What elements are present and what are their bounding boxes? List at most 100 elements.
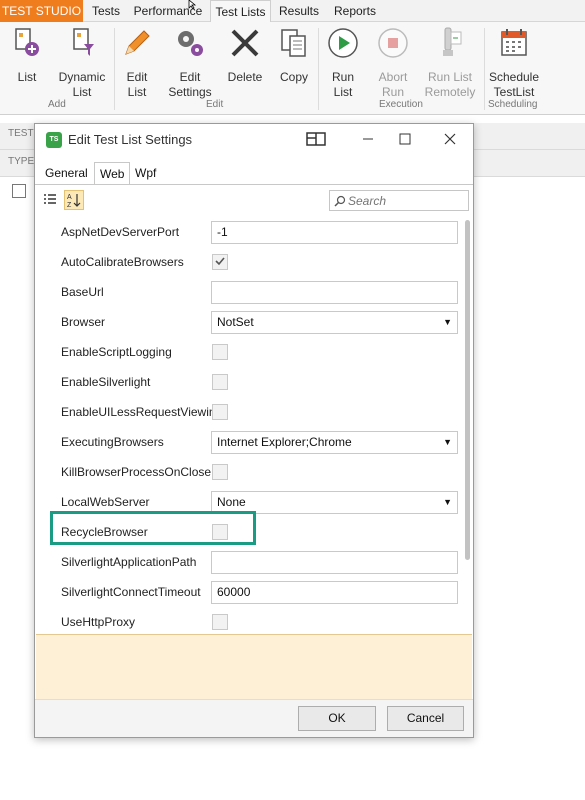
property-checkbox[interactable]	[212, 254, 228, 270]
property-name: UseHttpProxy	[61, 615, 136, 629]
run-list-remotely-button[interactable]: Run List Remotely	[422, 26, 478, 100]
property-checkbox[interactable]	[212, 464, 228, 480]
group-label-add: Add	[48, 99, 66, 110]
schedule-testlist-button[interactable]: Schedule TestList	[488, 26, 540, 100]
property-row[interactable]: SilverlightConnectTimeout 60000	[35, 577, 463, 607]
property-row[interactable]: EnableUILessRequestViewing	[35, 397, 463, 427]
property-row[interactable]: SilverlightApplicationPath	[35, 547, 463, 577]
alphabetical-sort-button[interactable]: A Z	[64, 190, 84, 210]
tab-test-lists[interactable]: Test Lists	[210, 0, 271, 23]
delete-button[interactable]: Delete	[224, 26, 266, 85]
property-name: SilverlightConnectTimeout	[61, 585, 201, 599]
list-button[interactable]: List	[8, 26, 46, 85]
run-list-button[interactable]: Run List	[324, 26, 362, 100]
tab-reports[interactable]: Reports	[330, 0, 380, 22]
property-dropdown[interactable]: NotSet ▼	[211, 311, 458, 334]
property-grid: AspNetDevServerPort -1 AutoCalibrateBrowse…	[35, 216, 463, 634]
property-name: ExecutingBrowsers	[61, 435, 164, 449]
svg-text:A: A	[67, 194, 72, 201]
property-name: AutoCalibrateBrowsers	[61, 255, 184, 269]
svg-text:Z: Z	[67, 202, 72, 209]
dynamic-list-button[interactable]: Dynamic List	[57, 26, 107, 100]
property-checkbox[interactable]	[212, 614, 228, 630]
property-value: NotSet	[217, 315, 254, 329]
property-text-input[interactable]	[211, 281, 458, 304]
cancel-button[interactable]: Cancel	[387, 706, 464, 731]
minimize-icon[interactable]	[355, 128, 381, 150]
ribbon-separator	[114, 28, 115, 110]
property-checkbox[interactable]	[212, 404, 228, 420]
calendar-icon	[501, 29, 527, 56]
test-studio-logo-icon: TS	[46, 132, 62, 148]
ok-button[interactable]: OK	[298, 706, 376, 731]
property-name: EnableScriptLogging	[61, 345, 172, 359]
dropdown-arrow-icon[interactable]: ▼	[443, 312, 452, 333]
delete-button-label: Delete	[227, 70, 263, 84]
new-list-icon	[15, 28, 39, 56]
dropdown-arrow-icon[interactable]: ▼	[443, 492, 452, 513]
search-box[interactable]	[329, 190, 469, 211]
recycle-browser-highlight	[50, 511, 256, 545]
search-input[interactable]	[348, 193, 463, 208]
property-dropdown[interactable]: Internet Explorer;Chrome ▼	[211, 431, 458, 454]
maximize-icon[interactable]	[392, 128, 418, 150]
edit-test-list-settings-dialog: TS Edit Test List Settings General Web W…	[34, 123, 474, 738]
property-row[interactable]: Browser NotSet ▼	[35, 307, 463, 337]
background-type-label: TYPE	[8, 156, 35, 167]
close-icon[interactable]	[437, 128, 463, 150]
group-label-execution: Execution	[379, 99, 423, 110]
property-name: BaseUrl	[61, 285, 104, 299]
tab-divider	[35, 184, 473, 185]
background-report-icon	[12, 184, 26, 198]
property-row[interactable]: EnableScriptLogging	[35, 337, 463, 367]
tab-test-studio[interactable]: TEST STUDIO	[0, 0, 83, 22]
property-checkbox[interactable]	[212, 374, 228, 390]
ribbon: List Dynamic List Add Edit List Edit Set…	[0, 22, 585, 115]
tab-wpf[interactable]: Wpf	[130, 162, 161, 185]
dialog-titlebar: TS Edit Test List Settings	[35, 124, 473, 156]
categorized-list-icon	[44, 194, 56, 204]
tab-web[interactable]: Web	[94, 162, 131, 185]
edit-list-button[interactable]: Edit List	[120, 26, 154, 100]
property-row[interactable]: AutoCalibrateBrowsers	[35, 247, 463, 277]
edit-settings-button[interactable]: Edit Settings	[166, 26, 214, 100]
tab-results[interactable]: Results	[276, 0, 322, 22]
gears-icon	[178, 31, 203, 56]
checkmark-icon	[215, 257, 225, 266]
dialog-title: Edit Test List Settings	[68, 132, 193, 147]
property-checkbox[interactable]	[212, 344, 228, 360]
property-text-input[interactable]: -1	[211, 221, 458, 244]
property-row[interactable]: ExecutingBrowsers Internet Explorer;Chrom…	[35, 427, 463, 457]
property-name: EnableUILessRequestViewing	[61, 405, 223, 419]
run-list-remotely-button-label: Run List Remotely	[424, 70, 476, 99]
property-row[interactable]: UseHttpProxy	[35, 607, 463, 634]
pencil-icon	[125, 30, 150, 55]
sort-az-icon: A Z	[67, 194, 81, 209]
property-text-input[interactable]: 60000	[211, 581, 458, 604]
background-test-label: TEST	[8, 128, 34, 139]
mouse-cursor-icon	[188, 0, 197, 9]
tab-general[interactable]: General	[40, 162, 93, 185]
stop-icon	[378, 28, 408, 58]
property-grid-scrollbar[interactable]	[465, 220, 470, 560]
copy-icon	[281, 29, 306, 57]
tab-tests[interactable]: Tests	[86, 0, 126, 22]
abort-run-button[interactable]: Abort Run	[372, 26, 414, 100]
property-text-input[interactable]	[211, 551, 458, 574]
property-value: Internet Explorer;Chrome	[217, 435, 352, 449]
property-name: AspNetDevServerPort	[61, 225, 180, 239]
layout-icon[interactable]	[303, 128, 329, 150]
property-row[interactable]: EnableSilverlight	[35, 367, 463, 397]
copy-button[interactable]: Copy	[276, 26, 312, 85]
edit-settings-button-label: Edit Settings	[168, 70, 212, 99]
property-row[interactable]: AspNetDevServerPort -1	[35, 217, 463, 247]
categorized-view-button[interactable]	[41, 190, 61, 210]
property-grid-toolbar: A Z	[35, 187, 473, 214]
property-value: -1	[217, 225, 228, 239]
dropdown-arrow-icon[interactable]: ▼	[443, 432, 452, 453]
dynamic-list-button-label: Dynamic List	[58, 70, 106, 99]
property-row[interactable]: BaseUrl	[35, 277, 463, 307]
search-icon	[334, 195, 346, 207]
property-row[interactable]: KillBrowserProcessOnClose	[35, 457, 463, 487]
ribbon-tab-bar: TEST STUDIO Tests Performance Test Lists…	[0, 0, 585, 23]
